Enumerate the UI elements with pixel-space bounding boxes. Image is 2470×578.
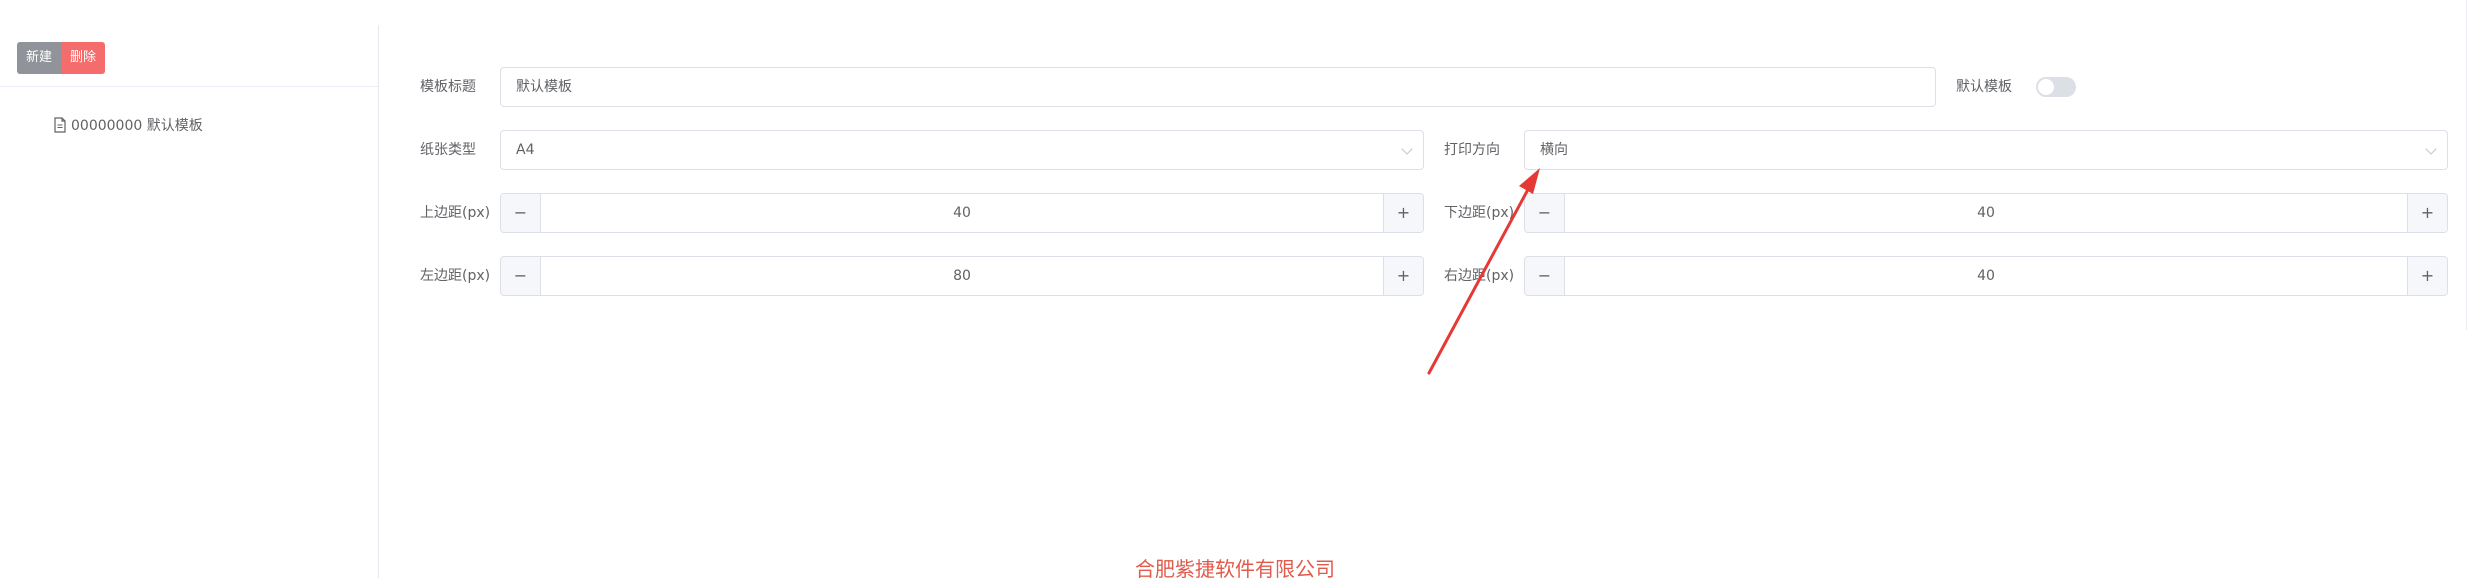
tree-item-default-template[interactable]: 00000000 默认模板 [53,115,203,135]
print-direction-value: 横向 [1540,142,1568,158]
company-footer: 合肥紫捷软件有限公司 [1135,557,1335,578]
print-direction-label: 打印方向 [1444,142,1500,158]
margin-top-increase-button[interactable]: + [1383,194,1423,232]
margin-left-input[interactable]: 80 [541,257,1383,295]
template-title-label: 模板标题 [420,79,476,95]
margin-top-decrease-button[interactable]: − [501,194,541,232]
margin-left-increase-button[interactable]: + [1383,257,1423,295]
paper-type-select[interactable]: A4 [500,130,1424,170]
margin-right-increase-button[interactable]: + [2407,257,2447,295]
delete-button[interactable]: 删除 [61,42,106,74]
template-list-panel: 新建 删除 00000000 默认模板 [0,0,378,578]
margin-right-stepper: − 40 + [1524,256,2448,296]
margin-left-label: 左边距(px) [420,268,491,284]
new-button[interactable]: 新建 [17,42,62,74]
margin-right-input[interactable]: 40 [1565,257,2407,295]
margin-left-decrease-button[interactable]: − [501,257,541,295]
default-template-label: 默认模板 [1956,79,2012,95]
margin-left-stepper: − 80 + [500,256,1424,296]
margin-top-input[interactable]: 40 [541,194,1383,232]
margin-bottom-input[interactable]: 40 [1565,194,2407,232]
scroll-edge [2466,0,2467,330]
chevron-down-icon [1401,143,1413,155]
margin-top-label: 上边距(px) [420,205,491,221]
margin-bottom-increase-button[interactable]: + [2407,194,2447,232]
default-template-switch[interactable] [2036,77,2076,97]
toolbar-divider [0,86,378,87]
margin-bottom-stepper: − 40 + [1524,193,2448,233]
template-title-input[interactable]: 默认模板 [500,67,1936,107]
switch-knob [2038,79,2054,95]
tree-item-label: 00000000 默认模板 [71,118,203,134]
margin-top-stepper: − 40 + [500,193,1424,233]
print-direction-select[interactable]: 横向 [1524,130,2448,170]
list-toolbar: 新建 删除 [17,42,106,74]
panel-divider [378,25,379,578]
annotation-arrow-icon [1427,168,1540,375]
chevron-down-icon [2425,143,2437,155]
paper-type-value: A4 [516,142,535,158]
paper-type-label: 纸张类型 [420,142,476,158]
document-icon [54,117,66,133]
